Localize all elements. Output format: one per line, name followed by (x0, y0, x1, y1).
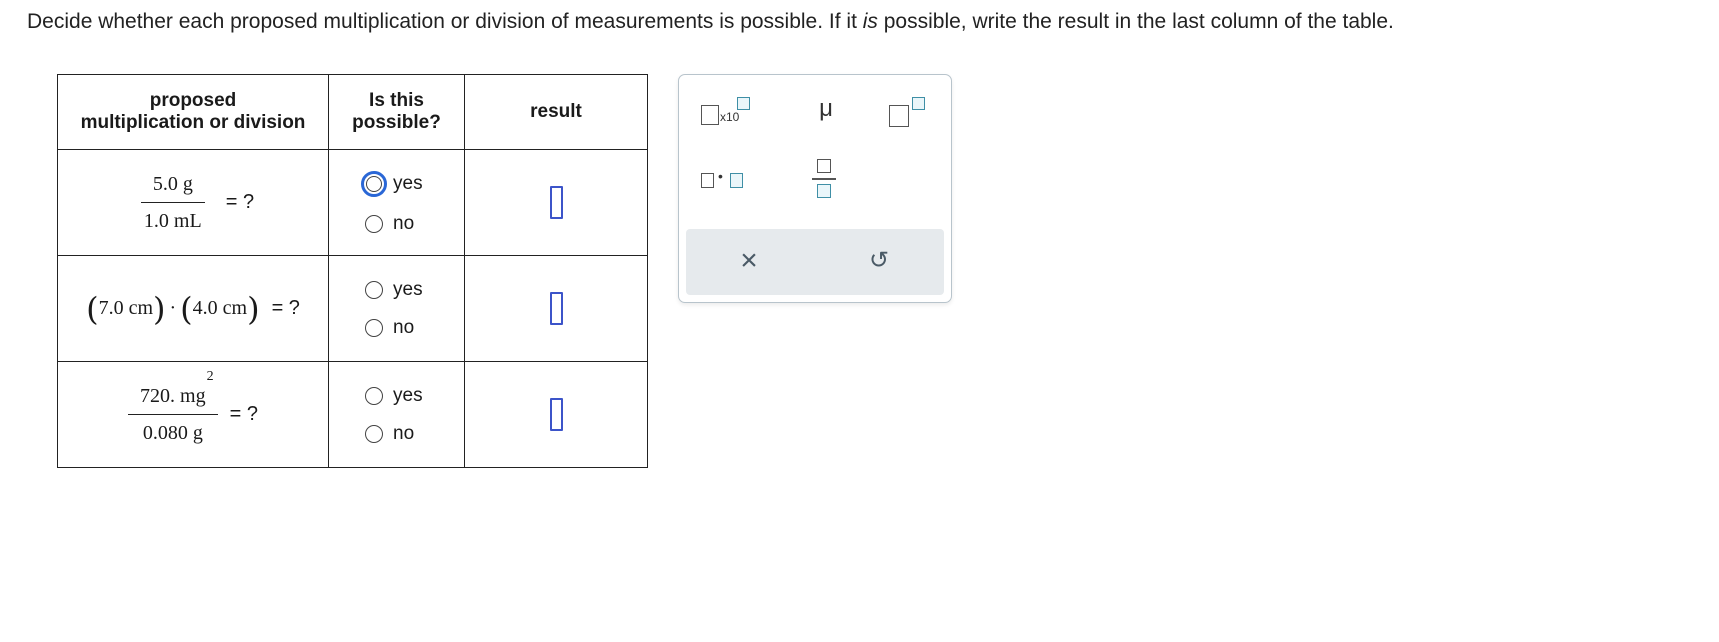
instructions-text-2: possible, write the result in the last c… (877, 10, 1394, 33)
exponent-box-icon (912, 97, 925, 110)
superscript-button[interactable] (889, 97, 929, 127)
factor-1: 7.0 cm (98, 297, 153, 319)
radio-circle-icon[interactable] (365, 280, 383, 299)
radio-no-1[interactable]: no (365, 213, 464, 235)
possible-cell-2: yes no (328, 255, 465, 362)
header-result-label: result (530, 101, 582, 122)
equals-question-1: = ? (225, 191, 255, 213)
close-icon: × (740, 244, 758, 277)
header-proposed-line1: proposed (149, 90, 237, 111)
table-header-row: proposed multiplication or division Is t… (57, 74, 648, 150)
radio-yes-3[interactable]: yes (365, 385, 464, 407)
result-input-1[interactable] (549, 186, 563, 219)
radio-yes-2[interactable]: yes (365, 279, 464, 301)
header-proposed-line2: multiplication or division (80, 112, 306, 133)
radio-label: yes (393, 278, 423, 300)
table-row: 720. mg 2 0.080 g = ? yes no (57, 361, 648, 468)
denominator-1: 1.0 mL (143, 209, 202, 232)
equals-question-2: = ? (271, 297, 300, 319)
radio-circle-icon[interactable] (365, 386, 383, 405)
radio-label: yes (393, 172, 423, 194)
radio-group-2: yes no (329, 279, 464, 339)
mu-button[interactable]: μ (811, 95, 841, 127)
exponent-3: 2 (206, 368, 214, 384)
numerator-1: 5.0 g (140, 173, 205, 203)
radio-label: yes (393, 384, 423, 406)
mu-icon: μ (819, 95, 833, 122)
sci-notation-button[interactable]: x10 (701, 97, 751, 127)
instructions: Decide whether each proposed multiplicat… (27, 10, 1394, 34)
sci-label: x10 (720, 110, 740, 124)
undo-icon: ↺ (868, 247, 890, 274)
question-table: proposed multiplication or division Is t… (57, 74, 648, 468)
factor-2: 4.0 cm (192, 297, 248, 319)
radio-no-2[interactable]: no (365, 317, 464, 339)
radio-yes-1[interactable]: yes (361, 170, 464, 197)
clear-button[interactable]: × (734, 243, 764, 279)
fraction-bar-icon (812, 178, 836, 180)
fraction-1: 5.0 g 1.0 mL (132, 173, 214, 233)
header-proposed: proposed multiplication or division (57, 74, 329, 150)
radio-label: no (393, 422, 415, 444)
result-cell-3 (464, 361, 648, 468)
box-icon (701, 173, 714, 188)
expression-cell-3: 720. mg 2 0.080 g = ? (57, 361, 329, 468)
expression-1: 5.0 g 1.0 mL = ? (58, 173, 328, 233)
left-paren-icon: ( (180, 289, 193, 328)
radio-no-3[interactable]: no (365, 423, 464, 445)
exponent-box-icon (737, 97, 750, 110)
instructions-text-1: Decide whether each proposed multiplicat… (27, 10, 863, 33)
expression-3: 720. mg 2 0.080 g = ? (58, 369, 328, 445)
radio-group-1: yes no (329, 170, 464, 235)
radio-circle-icon[interactable] (365, 424, 383, 443)
numerator-box-icon (817, 159, 831, 173)
denominator-3: 0.080 g (142, 421, 203, 444)
math-palette: x10 μ • × ↺ (678, 74, 952, 303)
right-paren-icon: ) (247, 289, 260, 328)
instructions-emphasis: is (862, 10, 878, 33)
radio-circle-icon[interactable] (361, 170, 387, 197)
header-possible-line1: Is this (369, 90, 424, 111)
box-icon (701, 105, 719, 125)
expression-cell-2: (7.0 cm) · (4.0 cm) = ? (57, 255, 329, 362)
left-paren-icon: ( (86, 289, 99, 328)
result-input-3[interactable] (549, 398, 563, 431)
result-cell-1 (464, 149, 648, 256)
radio-circle-icon[interactable] (365, 318, 383, 337)
result-input-2[interactable] (549, 292, 563, 325)
box-icon (889, 105, 909, 127)
multiply-dot: · (169, 297, 177, 319)
radio-group-3: yes no (329, 385, 464, 445)
expression-cell-1: 5.0 g 1.0 mL = ? (57, 149, 329, 256)
palette-footer: × ↺ (686, 229, 944, 295)
possible-cell-3: yes no (328, 361, 465, 468)
radio-label: no (393, 316, 415, 338)
dot-icon: • (718, 168, 723, 184)
table-row: 5.0 g 1.0 mL = ? yes no (57, 149, 648, 256)
table-row: (7.0 cm) · (4.0 cm) = ? yes no (57, 255, 648, 362)
expression-2: (7.0 cm) · (4.0 cm) = ? (58, 290, 328, 328)
radio-circle-icon[interactable] (365, 214, 383, 233)
numerator-3: 720. mg 2 (128, 369, 218, 415)
result-cell-2 (464, 255, 648, 362)
fraction-3: 720. mg 2 0.080 g (128, 369, 218, 445)
header-possible-line2: possible? (352, 112, 441, 133)
equals-question-3: = ? (229, 403, 258, 425)
possible-cell-1: yes no (328, 149, 465, 256)
header-result: result (464, 74, 648, 150)
box-teal-icon (730, 173, 743, 188)
undo-button[interactable]: ↺ (864, 243, 894, 279)
radio-label: no (393, 212, 415, 234)
fraction-button[interactable] (810, 159, 838, 205)
numerator-3-text: 720. mg (140, 384, 206, 407)
multiply-dot-button[interactable]: • (701, 168, 751, 191)
denominator-box-icon (817, 184, 831, 198)
header-possible: Is this possible? (328, 74, 465, 150)
right-paren-icon: ) (153, 289, 166, 328)
